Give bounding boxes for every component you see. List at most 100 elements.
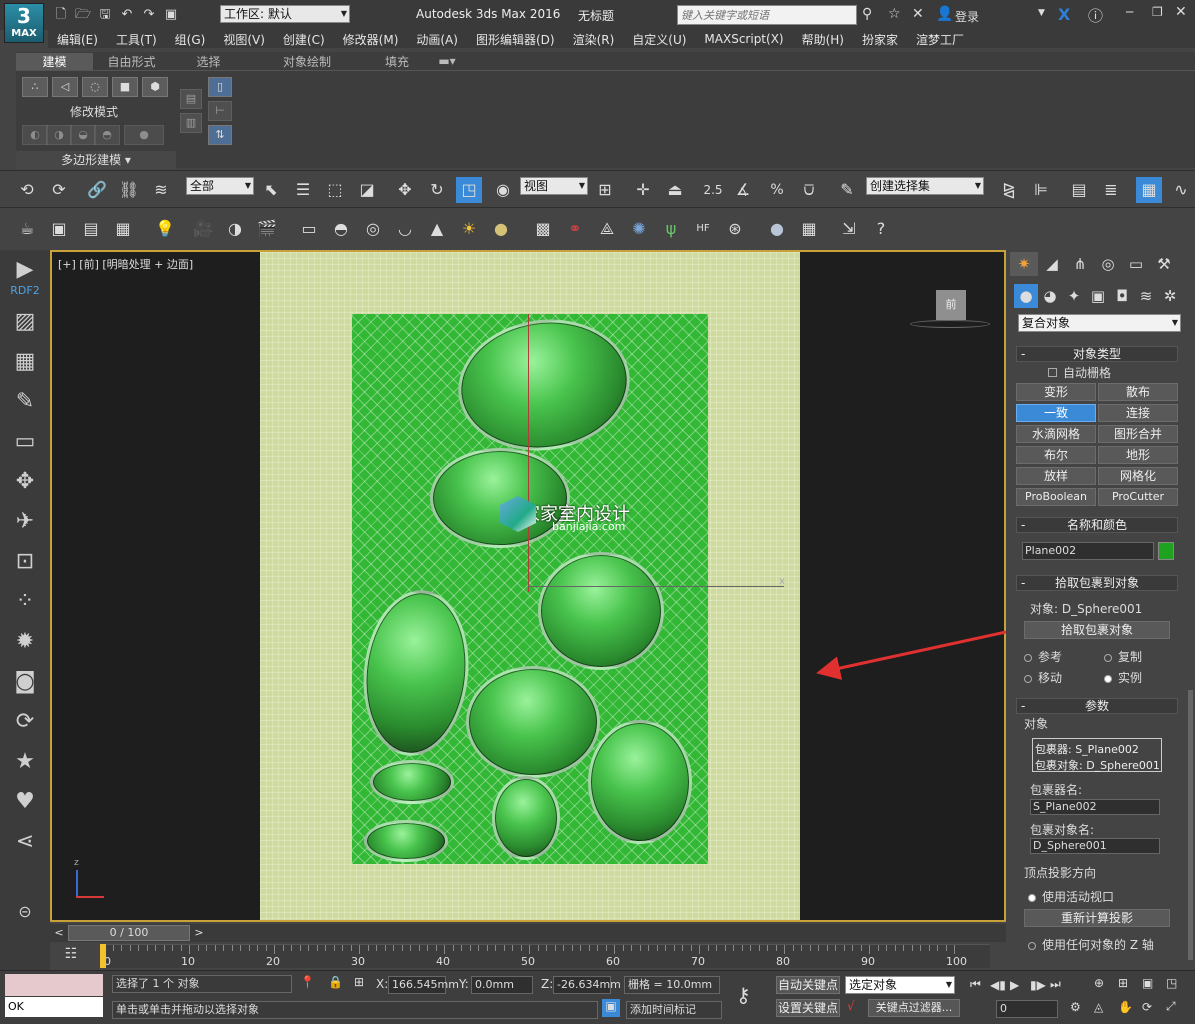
loft-button[interactable]: 放样 xyxy=(1016,467,1096,485)
ruler-tick xyxy=(172,945,173,951)
wrapper-line[interactable]: 包裹器: S_Plane002 xyxy=(1035,741,1159,757)
spacewarps-category-icon[interactable]: ≋ xyxy=(1134,284,1158,308)
radio-copy-circle[interactable] xyxy=(1104,653,1112,662)
object-color-swatch[interactable] xyxy=(1158,542,1174,560)
lock-selection-icon[interactable]: 🔒 xyxy=(328,975,343,989)
display-tab-icon[interactable]: ▭ xyxy=(1122,252,1150,276)
terrain-button[interactable]: 地形 xyxy=(1098,446,1178,464)
time-slider[interactable]: < 0 / 100 > xyxy=(50,924,1006,942)
boolean-button[interactable]: 布尔 xyxy=(1016,446,1096,464)
connect-button[interactable]: 连接 xyxy=(1098,404,1178,422)
motion-tab-icon[interactable]: ◎ xyxy=(1094,252,1122,276)
wrapper-name-field[interactable]: S_Plane002 xyxy=(1030,799,1160,815)
ruler-tick xyxy=(308,945,309,951)
name-color-rollout[interactable]: - 名称和颜色 xyxy=(1016,517,1178,533)
fov-icon[interactable]: ◬ xyxy=(1094,1000,1118,1014)
ruler-tick xyxy=(809,945,811,951)
ruler-tick xyxy=(707,945,709,951)
autogrid-checkbox[interactable]: 自动栅格 xyxy=(1048,364,1111,381)
set-key-icon[interactable]: ⚷ xyxy=(736,983,751,1007)
time-prev-button[interactable]: < xyxy=(52,926,66,940)
shapes-category-icon[interactable]: ◕ xyxy=(1038,284,1062,308)
go-to-start-icon[interactable]: ⏮ xyxy=(970,977,990,992)
lights-category-icon[interactable]: ✦ xyxy=(1062,284,1086,308)
radio-reference[interactable]: 参考 xyxy=(1024,648,1062,665)
zoom-extents-icon[interactable]: ▣ xyxy=(1142,976,1166,990)
key-filters-button[interactable]: 关键点过滤器... xyxy=(868,999,960,1017)
systems-category-icon[interactable]: ✲ xyxy=(1158,284,1182,308)
radio-move-circle[interactable] xyxy=(1024,674,1032,683)
z-coord-field[interactable]: -26.634mm xyxy=(553,976,621,994)
key-selection-dropdown[interactable]: 选定对象 xyxy=(845,976,955,994)
track-bar-icon[interactable]: ☷ xyxy=(58,946,84,966)
recalculate-projection-button[interactable]: 重新计算投影 xyxy=(1024,909,1170,927)
radio-use-active-viewport[interactable]: 使用活动视口 xyxy=(1028,888,1114,905)
parameters-rollout[interactable]: - 参数 xyxy=(1016,698,1178,714)
radio-reference-circle[interactable] xyxy=(1024,653,1032,662)
y-coord-field[interactable]: 0.0mm xyxy=(471,976,533,994)
hierarchy-tab-icon[interactable]: ⋔ xyxy=(1066,252,1094,276)
ruler-tick xyxy=(945,945,947,951)
key-curve-icon[interactable]: √ xyxy=(847,999,855,1013)
panel-scrollbar[interactable] xyxy=(1188,690,1193,960)
shapemerge-button[interactable]: 图形合并 xyxy=(1098,425,1178,443)
isolate-icon[interactable]: 📍 xyxy=(300,975,315,989)
radio-copy[interactable]: 复制 xyxy=(1104,648,1142,665)
object-name-field[interactable]: Plane002 xyxy=(1022,542,1154,560)
wrap-object-name-field[interactable]: D_Sphere001 xyxy=(1030,838,1160,854)
pan-icon[interactable]: ✋ xyxy=(1118,1000,1142,1014)
absolute-mode-icon[interactable]: ⊞ xyxy=(354,975,364,989)
objects-list[interactable]: 包裹器: S_Plane002 包裹对象: D_Sphere001 xyxy=(1032,738,1162,772)
play-icon[interactable]: ▶ xyxy=(1010,978,1030,992)
cameras-category-icon[interactable]: ▣ xyxy=(1086,284,1110,308)
radio-instance[interactable]: 实例 xyxy=(1104,669,1142,686)
maximize-viewport-icon[interactable]: ⤢ xyxy=(1166,999,1190,1014)
wrap-object-line[interactable]: 包裹对象: D_Sphere001 xyxy=(1035,757,1160,773)
prev-frame-icon[interactable]: ◀▮ xyxy=(990,978,1010,992)
zoom-extents-all-icon[interactable]: ◳ xyxy=(1166,976,1190,990)
create-tab-icon[interactable]: ✷ xyxy=(1010,252,1038,276)
set-key-button[interactable]: 设置关键点 xyxy=(776,999,840,1017)
category-dropdown[interactable]: 复合对象 xyxy=(1018,314,1181,332)
auto-key-button[interactable]: 自动关键点 xyxy=(776,976,840,994)
current-frame-field[interactable]: 0 xyxy=(996,1000,1058,1018)
radio-move[interactable]: 移动 xyxy=(1024,669,1062,686)
time-config-icon[interactable]: ⚙ xyxy=(1070,1000,1081,1014)
radio-use-any-z[interactable]: 使用任何对象的 Z 轴 xyxy=(1028,936,1154,953)
time-marker[interactable] xyxy=(100,944,106,968)
add-time-tag-button[interactable]: 添加时间标记 xyxy=(626,1001,722,1019)
zoom-all-icon[interactable]: ⊞ xyxy=(1118,976,1142,990)
radio-active-viewport-circle[interactable] xyxy=(1028,893,1036,902)
scatter-button[interactable]: 散布 xyxy=(1098,383,1178,401)
pick-wrap-rollout[interactable]: - 拾取包裹到对象 xyxy=(1016,575,1178,591)
maxscript-listener-mini[interactable] xyxy=(5,974,103,996)
ruler-tick-label: 90 xyxy=(861,955,875,968)
morph-button[interactable]: 变形 xyxy=(1016,383,1096,401)
radio-any-z-circle[interactable] xyxy=(1028,941,1036,950)
modify-tab-icon[interactable]: ◢ xyxy=(1038,252,1066,276)
radio-instance-circle[interactable] xyxy=(1104,674,1112,683)
maxscript-output[interactable]: OK xyxy=(5,997,103,1017)
orbit-icon[interactable]: ⟳ xyxy=(1142,1000,1166,1014)
time-tag-icon[interactable]: ▣ xyxy=(602,999,620,1017)
time-slider-thumb[interactable]: 0 / 100 xyxy=(68,925,190,941)
autogrid-box[interactable] xyxy=(1048,368,1057,377)
x-coord-field[interactable]: 166.545mm xyxy=(388,976,459,994)
time-next-button[interactable]: > xyxy=(192,926,206,940)
utilities-tab-icon[interactable]: ⚒ xyxy=(1150,252,1178,276)
geometry-category-icon[interactable]: ● xyxy=(1014,284,1038,308)
zoom-icon[interactable]: ⊕ xyxy=(1094,976,1118,990)
blobmesh-button[interactable]: 水滴网格 xyxy=(1016,425,1096,443)
mesher-button[interactable]: 网格化 xyxy=(1098,467,1178,485)
ruler-tick xyxy=(503,945,505,951)
object-type-rollout[interactable]: - 对象类型 xyxy=(1016,346,1178,362)
track-bar-ruler[interactable]: 0 10 20 30 40 50 60 70 80 90 100 xyxy=(100,944,990,968)
next-frame-icon[interactable]: ▮▶ xyxy=(1030,978,1050,992)
ruler-tick xyxy=(350,945,352,951)
helpers-category-icon[interactable]: ◘ xyxy=(1110,284,1134,308)
procutter-button[interactable]: ProCutter xyxy=(1098,488,1178,506)
proboolean-button[interactable]: ProBoolean xyxy=(1016,488,1096,506)
conform-button[interactable]: 一致 xyxy=(1016,404,1096,422)
go-to-end-icon[interactable]: ⏭ xyxy=(1050,977,1070,992)
pick-wrap-object-button[interactable]: 拾取包裹对象 xyxy=(1024,621,1170,639)
